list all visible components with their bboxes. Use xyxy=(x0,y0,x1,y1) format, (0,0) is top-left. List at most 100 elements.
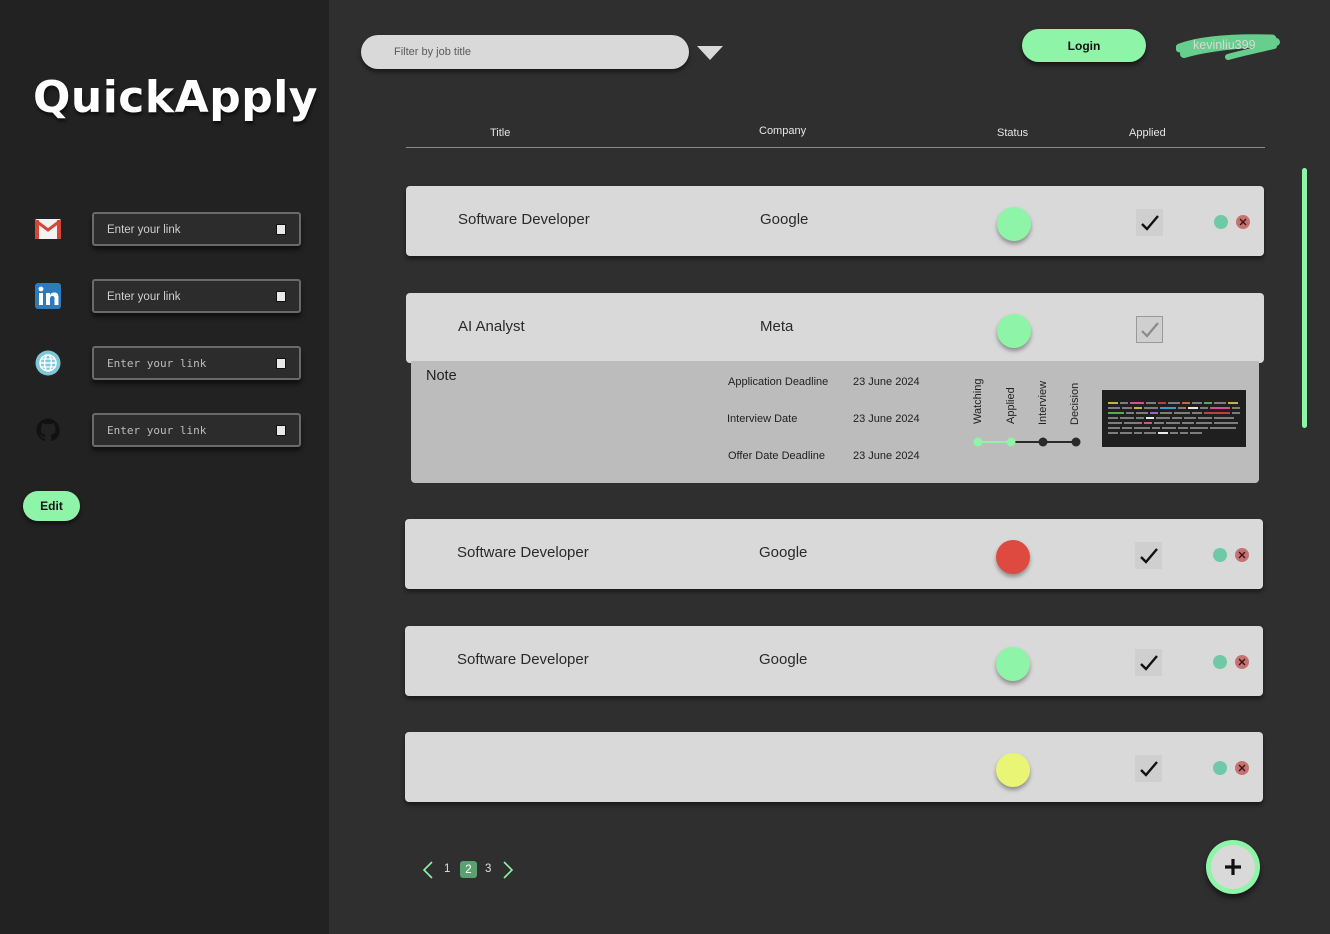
stage-label-applied: Applied xyxy=(1005,387,1017,424)
gmail-link-input[interactable] xyxy=(107,221,267,238)
app-title: QuickApply xyxy=(33,72,318,123)
status-indicator[interactable] xyxy=(996,540,1030,574)
job-row[interactable]: Software Developer Google xyxy=(406,186,1264,256)
page-link[interactable]: 1 xyxy=(444,863,450,875)
job-company: Google xyxy=(760,211,809,228)
stage-dot-watching xyxy=(973,437,983,447)
link-row-website xyxy=(0,346,329,380)
page-link[interactable]: 3 xyxy=(485,863,491,875)
edit-button[interactable]: Edit xyxy=(23,491,80,521)
status-indicator[interactable] xyxy=(996,753,1030,787)
delete-row-button[interactable] xyxy=(1235,761,1249,775)
checkmark-icon xyxy=(1139,760,1158,777)
column-header-title: Title xyxy=(490,127,511,139)
applied-checkbox[interactable] xyxy=(1135,649,1162,676)
gmail-icon xyxy=(34,215,62,243)
date-label: Application Deadline xyxy=(728,376,829,388)
stage-progress-track xyxy=(973,437,1081,447)
copy-icon[interactable] xyxy=(276,358,286,369)
user-badge[interactable]: kevinliu399 xyxy=(1176,32,1280,62)
date-value[interactable]: 23 June 2024 xyxy=(853,376,920,388)
checkmark-icon xyxy=(1140,214,1159,231)
job-row-expanded[interactable]: AI Analyst Meta xyxy=(406,293,1264,363)
edit-row-button[interactable] xyxy=(1214,215,1228,229)
status-indicator[interactable] xyxy=(996,647,1030,681)
link-row-github xyxy=(0,413,329,447)
date-value[interactable]: 23 June 2024 xyxy=(853,450,920,462)
stage-dot-applied xyxy=(1006,437,1016,447)
column-header-company: Company xyxy=(759,125,807,137)
delete-row-button[interactable] xyxy=(1236,215,1250,229)
date-label: Offer Date Deadline xyxy=(728,450,826,462)
filter-dropdown-icon[interactable] xyxy=(697,46,723,60)
stage-label-watching: Watching xyxy=(972,378,984,424)
chevron-left-icon[interactable] xyxy=(422,861,434,879)
checkmark-icon xyxy=(1139,654,1158,671)
close-icon xyxy=(1239,218,1247,226)
login-button[interactable]: Login xyxy=(1022,29,1146,62)
close-icon xyxy=(1238,658,1246,666)
header-divider xyxy=(406,147,1265,148)
github-link-field[interactable] xyxy=(92,413,301,447)
applied-checkbox[interactable] xyxy=(1136,316,1163,343)
app-root: QuickApply Enter your link Enter your li… xyxy=(0,0,1330,934)
date-value[interactable]: 23 June 2024 xyxy=(853,413,920,425)
stage-label-interview: Interview xyxy=(1037,380,1049,425)
status-indicator[interactable] xyxy=(997,207,1031,241)
checkmark-icon xyxy=(1139,547,1158,564)
filter-field[interactable] xyxy=(361,35,689,69)
job-title: Software Developer xyxy=(458,211,590,228)
stage-dot-decision xyxy=(1071,437,1081,447)
job-title: Software Developer xyxy=(457,544,589,561)
scrollbar[interactable] xyxy=(1302,168,1307,428)
linkedin-icon xyxy=(34,282,62,310)
applied-checkbox[interactable] xyxy=(1135,542,1162,569)
edit-row-button[interactable] xyxy=(1213,655,1227,669)
globe-icon xyxy=(34,349,62,377)
delete-row-button[interactable] xyxy=(1235,655,1249,669)
stage-label-decision: Decision xyxy=(1069,382,1081,425)
linkedin-link-field[interactable] xyxy=(92,279,301,313)
copy-icon[interactable] xyxy=(276,425,286,436)
chevron-right-icon[interactable] xyxy=(502,861,514,879)
job-title: AI Analyst xyxy=(458,318,525,335)
attachment-thumbnail[interactable] xyxy=(1102,390,1246,447)
website-link-field[interactable] xyxy=(92,346,301,380)
job-detail-panel: Note Application Deadline 23 June 2024 I… xyxy=(411,361,1259,483)
close-icon xyxy=(1238,764,1246,772)
applied-checkbox[interactable] xyxy=(1136,209,1163,236)
close-icon xyxy=(1238,551,1246,559)
checkmark-icon xyxy=(1140,321,1159,338)
sidebar: QuickApply Enter your link Enter your li… xyxy=(0,0,329,934)
job-company: Meta xyxy=(760,318,794,335)
job-company: Google xyxy=(759,651,808,668)
edit-row-button[interactable] xyxy=(1213,761,1227,775)
applied-checkbox[interactable] xyxy=(1135,755,1162,782)
website-link-input[interactable] xyxy=(107,355,267,372)
date-label: Interview Date xyxy=(727,413,798,425)
delete-row-button[interactable] xyxy=(1235,548,1249,562)
job-company: Google xyxy=(759,544,808,561)
job-row[interactable] xyxy=(405,732,1263,802)
note-label[interactable]: Note xyxy=(426,368,457,384)
status-indicator[interactable] xyxy=(997,314,1031,348)
github-icon xyxy=(34,416,62,444)
linkedin-link-input[interactable] xyxy=(107,288,267,305)
add-job-button[interactable] xyxy=(1206,840,1260,894)
link-row-linkedin xyxy=(0,279,329,313)
username: kevinliu399 xyxy=(1193,38,1256,52)
job-row[interactable]: Software Developer Google xyxy=(405,519,1263,589)
copy-icon[interactable] xyxy=(276,291,286,302)
column-header-applied: Applied xyxy=(1129,127,1166,139)
copy-icon[interactable] xyxy=(276,224,286,235)
edit-row-button[interactable] xyxy=(1213,548,1227,562)
column-header-status: Status xyxy=(997,127,1029,139)
job-title: Software Developer xyxy=(457,651,589,668)
github-link-input[interactable] xyxy=(107,422,267,439)
page-link-current[interactable]: 2 xyxy=(460,861,477,878)
plus-icon xyxy=(1225,859,1241,875)
stage-dot-interview xyxy=(1038,437,1048,447)
gmail-link-field[interactable] xyxy=(92,212,301,246)
job-row[interactable]: Software Developer Google xyxy=(405,626,1263,696)
filter-input[interactable] xyxy=(394,44,674,60)
